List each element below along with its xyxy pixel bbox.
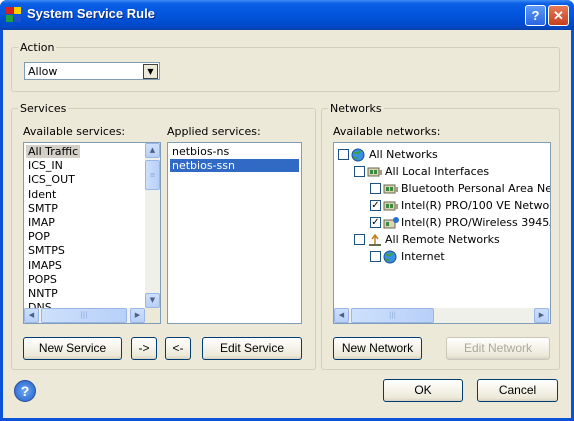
available-networks-label: Available networks: bbox=[333, 125, 441, 138]
scroll-corner bbox=[145, 308, 160, 323]
available-service-item[interactable]: ICS_IN bbox=[26, 159, 65, 172]
available-service-item[interactable]: NNTP bbox=[26, 287, 60, 300]
scroll-left-icon[interactable]: ◀ bbox=[334, 308, 349, 323]
internet-icon bbox=[383, 250, 399, 264]
network-checkbox[interactable] bbox=[370, 183, 381, 194]
ok-button[interactable]: OK bbox=[383, 379, 463, 402]
network-tree-item[interactable]: All Networks bbox=[338, 147, 550, 163]
services-group: Services Available services: Applied ser… bbox=[11, 102, 316, 370]
network-tree-label: All Remote Networks bbox=[385, 233, 500, 246]
network-tree-item[interactable]: All Local Interfaces bbox=[354, 164, 550, 180]
available-service-item[interactable]: All Traffic bbox=[26, 145, 81, 158]
scroll-right-icon[interactable]: ▶ bbox=[130, 308, 145, 323]
available-services-hscroll[interactable]: ◀ ||| ▶ bbox=[24, 308, 145, 323]
network-tree-item[interactable]: Bluetooth Personal Area Netwo bbox=[370, 181, 551, 197]
available-services-vscroll[interactable]: ▲ ≡ ▼ bbox=[145, 143, 160, 308]
services-group-label: Services bbox=[18, 102, 69, 115]
network-tree-label: Intel(R) PRO/100 VE Network bbox=[401, 199, 551, 212]
network-checkbox[interactable]: ✓ bbox=[370, 217, 381, 228]
network-tree-item[interactable]: Internet bbox=[370, 249, 550, 265]
network-tree-item[interactable]: All Remote Networks bbox=[354, 232, 550, 248]
add-service-button[interactable]: -> bbox=[131, 337, 157, 360]
app-icon bbox=[6, 7, 22, 23]
available-service-item[interactable]: IMAP bbox=[26, 216, 57, 229]
available-service-item[interactable]: SMTP bbox=[26, 202, 60, 215]
action-group: Action Allow ▼ bbox=[11, 41, 560, 92]
edit-service-button[interactable]: Edit Service bbox=[202, 337, 302, 360]
network-tree-label: All Networks bbox=[369, 148, 438, 161]
networks-group: Networks Available networks: All Network… bbox=[321, 102, 560, 370]
network-checkbox[interactable] bbox=[338, 149, 349, 160]
available-networks-tree[interactable]: All Networks All Local Interfaces Bluetoot… bbox=[333, 142, 551, 324]
remote-network-icon bbox=[367, 233, 383, 247]
globe-icon bbox=[351, 148, 367, 162]
network-tree-label: All Local Interfaces bbox=[385, 165, 490, 178]
networks-hscroll[interactable]: ◀ ||| ▶ bbox=[334, 308, 550, 323]
titlebar-help-button[interactable]: ? bbox=[525, 5, 546, 26]
new-service-button[interactable]: New Service bbox=[23, 337, 122, 360]
scroll-up-icon[interactable]: ▲ bbox=[145, 143, 160, 158]
available-service-item[interactable]: POPS bbox=[26, 273, 59, 286]
network-tree-label: Internet bbox=[401, 250, 445, 263]
network-checkbox[interactable] bbox=[354, 166, 365, 177]
available-service-item[interactable]: SMTPS bbox=[26, 244, 67, 257]
network-tree-label: Bluetooth Personal Area Netwo bbox=[401, 182, 551, 195]
dialog-client-area: Action Allow ▼ Services Available servic… bbox=[3, 30, 571, 418]
network-checkbox[interactable]: ✓ bbox=[370, 200, 381, 211]
action-select[interactable]: Allow ▼ bbox=[24, 62, 160, 80]
available-service-item[interactable]: Ident bbox=[26, 188, 58, 201]
scroll-down-icon[interactable]: ▼ bbox=[145, 293, 160, 308]
chevron-down-icon[interactable]: ▼ bbox=[143, 64, 158, 79]
available-service-item[interactable]: IMAPS bbox=[26, 259, 64, 272]
network-tree-item[interactable]: ✓ Intel(R) PRO/Wireless 3945AB bbox=[370, 215, 551, 231]
network-card-icon bbox=[367, 165, 383, 179]
dialog-window: System Service Rule ? ✕ Action Allow ▼ S… bbox=[0, 0, 574, 421]
available-services-list[interactable]: All Traffic ICS_IN ICS_OUT Ident SMTP IMAP POP… bbox=[23, 142, 161, 324]
action-select-value: Allow bbox=[28, 65, 58, 78]
remove-service-button[interactable]: <- bbox=[165, 337, 191, 360]
network-card-icon bbox=[383, 199, 399, 213]
help-icon[interactable]: ? bbox=[14, 380, 36, 402]
available-service-item[interactable]: POP bbox=[26, 230, 52, 243]
action-group-label: Action bbox=[18, 41, 57, 54]
titlebar-close-button[interactable]: ✕ bbox=[548, 5, 569, 26]
new-network-button[interactable]: New Network bbox=[333, 337, 422, 360]
scroll-right-icon[interactable]: ▶ bbox=[534, 308, 549, 323]
scroll-thumb[interactable]: ||| bbox=[41, 308, 127, 323]
edit-network-button: Edit Network bbox=[446, 337, 550, 360]
applied-services-list[interactable]: netbios-ns netbios-ssn bbox=[167, 142, 302, 324]
title-bar[interactable]: System Service Rule ? ✕ bbox=[0, 0, 574, 30]
network-tree-item[interactable]: ✓ Intel(R) PRO/100 VE Network bbox=[370, 198, 551, 214]
window-title: System Service Rule bbox=[27, 6, 155, 21]
scroll-thumb[interactable]: ||| bbox=[351, 308, 434, 323]
applied-services-label: Applied services: bbox=[167, 125, 261, 138]
cancel-button[interactable]: Cancel bbox=[477, 379, 558, 402]
network-checkbox[interactable] bbox=[354, 234, 365, 245]
network-checkbox[interactable] bbox=[370, 251, 381, 262]
network-tree-label: Intel(R) PRO/Wireless 3945AB bbox=[401, 216, 551, 229]
applied-service-item[interactable]: netbios-ns bbox=[170, 145, 299, 158]
network-card-icon bbox=[383, 182, 399, 196]
applied-service-item[interactable]: netbios-ssn bbox=[170, 159, 299, 173]
available-service-item[interactable]: ICS_OUT bbox=[26, 173, 77, 186]
scroll-left-icon[interactable]: ◀ bbox=[24, 308, 39, 323]
wireless-card-icon bbox=[383, 216, 399, 230]
networks-group-label: Networks bbox=[328, 102, 384, 115]
available-services-label: Available services: bbox=[23, 125, 126, 138]
scroll-thumb[interactable]: ≡ bbox=[145, 160, 160, 190]
